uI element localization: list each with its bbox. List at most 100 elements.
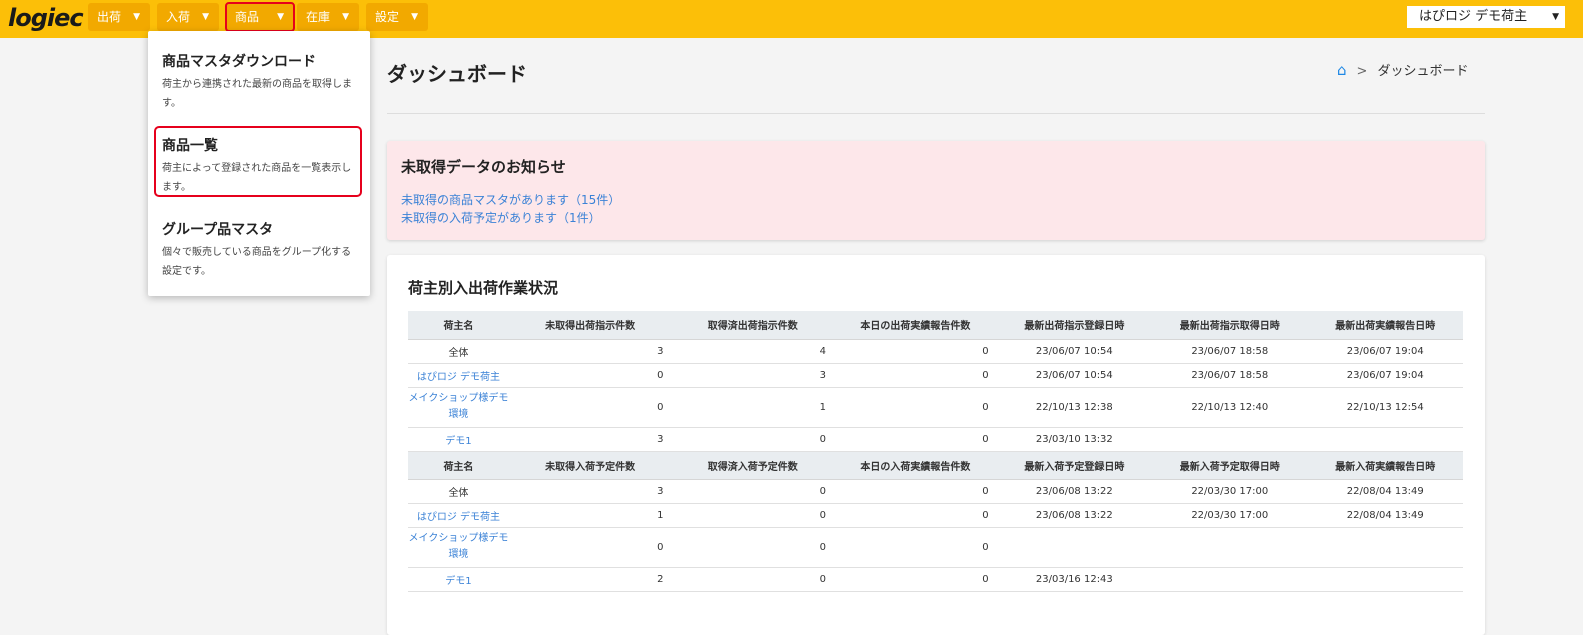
menu-item-title: 商品マスタダウンロード (162, 54, 316, 70)
breadcrumb: ⌂ > ダッシュボード (1337, 60, 1468, 79)
table-cell: 2 (508, 567, 672, 592)
shipper-select-value: はぴロジ デモ荷主 (1419, 9, 1528, 24)
shipper-link[interactable]: メイクショップ様デモ環境 (408, 391, 509, 423)
shipper-link[interactable]: はぴロジ デモ荷主 (417, 512, 500, 523)
column-header: 本日の出荷実績報告件数 (834, 311, 997, 340)
menu-item-product-list[interactable]: 商品一覧 荷主によって登録された商品を一覧表示します。 (162, 135, 358, 197)
menu-item-description: 荷主から連携された最新の商品を取得します。 (162, 79, 352, 109)
table-cell: 22/10/13 12:54 (1307, 387, 1463, 428)
table-cell: 23/06/08 13:22 (996, 479, 1153, 504)
column-header: 本日の入荷実績報告件数 (834, 451, 997, 480)
table-cell (1152, 567, 1308, 592)
caret-down-icon: ▼ (202, 12, 209, 22)
table-cell: 0 (508, 387, 672, 428)
table-cell: 4 (671, 339, 835, 364)
shipper-link[interactable]: はぴロジ デモ荷主 (417, 372, 500, 383)
table-cell: 23/06/07 10:54 (996, 339, 1153, 364)
table-cell: 3 (508, 427, 672, 452)
column-header: 荷主名 (408, 451, 509, 480)
shipper-link[interactable]: デモ1 (445, 576, 471, 587)
nav-shipping-button[interactable]: 出荷 ▼ (88, 3, 150, 31)
table-cell: 23/03/10 13:32 (996, 427, 1153, 452)
chevron-right-icon: > (1356, 64, 1368, 79)
column-header: 最新入荷予定取得日時 (1152, 451, 1308, 480)
table-row: デモ1 3 0 0 23/03/10 13:32 (408, 427, 1463, 452)
column-header: 最新入荷実績報告日時 (1307, 451, 1463, 480)
table-cell (1152, 527, 1308, 568)
notice-link-receiving-plan[interactable]: 未取得の入荷予定があります（1件） (401, 209, 601, 226)
shipping-header-row: 荷主名 未取得出荷指示件数 取得済出荷指示件数 本日の出荷実績報告件数 最新出荷… (408, 311, 1463, 340)
table-cell: 3 (508, 339, 672, 364)
table-cell: 23/06/07 10:54 (996, 363, 1153, 388)
nav-receiving-button[interactable]: 入荷 ▼ (157, 3, 219, 31)
table-cell: 23/06/07 19:04 (1307, 339, 1463, 364)
table-cell: 0 (671, 527, 835, 568)
table-cell: 23/06/07 18:58 (1152, 363, 1308, 388)
menu-item-description: 荷主によって登録された商品を一覧表示します。 (162, 163, 352, 193)
column-header: 最新出荷実績報告日時 (1307, 311, 1463, 340)
page-title: ダッシュボード (387, 62, 527, 86)
table-cell: 0 (834, 567, 997, 592)
table-row: メイクショップ様デモ環境 0 0 0 (408, 527, 1463, 568)
notice-link-product-master[interactable]: 未取得の商品マスタがあります（15件） (401, 191, 620, 208)
table-cell: 23/06/08 13:22 (996, 503, 1153, 528)
table-cell: 23/03/16 12:43 (996, 567, 1153, 592)
menu-item-description: 個々で販売している商品をグループ化する設定です。 (162, 247, 352, 277)
table-cell: 1 (508, 503, 672, 528)
table-cell: 0 (834, 363, 997, 388)
table-cell: 0 (671, 427, 835, 452)
table-cell-shipper: 全体 (408, 479, 509, 504)
table-cell: 0 (671, 479, 835, 504)
table-cell: 3 (508, 479, 672, 504)
nav-label: 在庫 (306, 10, 331, 24)
table-row: 全体 3 0 0 23/06/08 13:22 22/03/30 17:00 2… (408, 479, 1463, 504)
nav-inventory-button[interactable]: 在庫 ▼ (297, 3, 359, 31)
table-cell: 0 (834, 427, 997, 452)
table-cell: 22/08/04 13:49 (1307, 503, 1463, 528)
header-divider (387, 113, 1485, 114)
table-cell: 23/06/07 19:04 (1307, 363, 1463, 388)
table-cell (1152, 427, 1308, 452)
shipper-select[interactable]: はぴロジ デモ荷主 ▼ (1407, 6, 1565, 28)
logiec-logo[interactable]: logiec (8, 4, 84, 32)
table-row: デモ1 2 0 0 23/03/16 12:43 (408, 567, 1463, 592)
caret-down-icon: ▼ (1552, 12, 1559, 22)
table-cell: 0 (834, 339, 997, 364)
caret-down-icon: ▼ (277, 12, 284, 22)
column-header: 未取得入荷予定件数 (508, 451, 672, 480)
table-cell: 0 (671, 567, 835, 592)
menu-item-title: 商品一覧 (162, 138, 218, 154)
table-cell: 0 (834, 503, 997, 528)
table-cell (1307, 427, 1463, 452)
table-cell: 22/10/13 12:40 (1152, 387, 1308, 428)
home-icon[interactable]: ⌂ (1337, 61, 1347, 79)
column-header: 荷主名 (408, 311, 509, 340)
table-cell (1307, 527, 1463, 568)
products-dropdown-menu: 商品マスタダウンロード 荷主から連携された最新の商品を取得します。 商品一覧 荷… (148, 31, 370, 296)
table-cell: 0 (834, 387, 997, 428)
table-cell: 0 (834, 479, 997, 504)
nav-settings-button[interactable]: 設定 ▼ (366, 3, 428, 31)
table-cell: 0 (508, 527, 672, 568)
unfetched-data-notice: 未取得データのお知らせ 未取得の商品マスタがあります（15件） 未取得の入荷予定… (387, 141, 1485, 240)
caret-down-icon: ▼ (133, 12, 140, 22)
menu-item-product-master-download[interactable]: 商品マスタダウンロード 荷主から連携された最新の商品を取得します。 (162, 51, 358, 113)
nav-products-button[interactable]: 商品 ▼ (225, 2, 295, 32)
nav-label: 出荷 (97, 10, 122, 24)
table-cell: 3 (671, 363, 835, 388)
table-row: はぴロジ デモ荷主 0 3 0 23/06/07 10:54 23/06/07 … (408, 363, 1463, 388)
shipper-link[interactable]: メイクショップ様デモ環境 (408, 531, 509, 563)
nav-label: 入荷 (166, 10, 191, 24)
column-header: 未取得出荷指示件数 (508, 311, 672, 340)
table-cell: 0 (508, 363, 672, 388)
column-header: 最新出荷指示登録日時 (996, 311, 1153, 340)
shipper-link[interactable]: デモ1 (445, 436, 471, 447)
table-cell: 1 (671, 387, 835, 428)
menu-item-group-product-master[interactable]: グループ品マスタ 個々で販売している商品をグループ化する設定です。 (162, 219, 358, 281)
column-header: 取得済出荷指示件数 (671, 311, 835, 340)
table-cell: 0 (671, 503, 835, 528)
caret-down-icon: ▼ (411, 12, 418, 22)
table-row: メイクショップ様デモ環境 0 1 0 22/10/13 12:38 22/10/… (408, 387, 1463, 428)
column-header: 最新出荷指示取得日時 (1152, 311, 1308, 340)
breadcrumb-current: ダッシュボード (1377, 64, 1469, 79)
